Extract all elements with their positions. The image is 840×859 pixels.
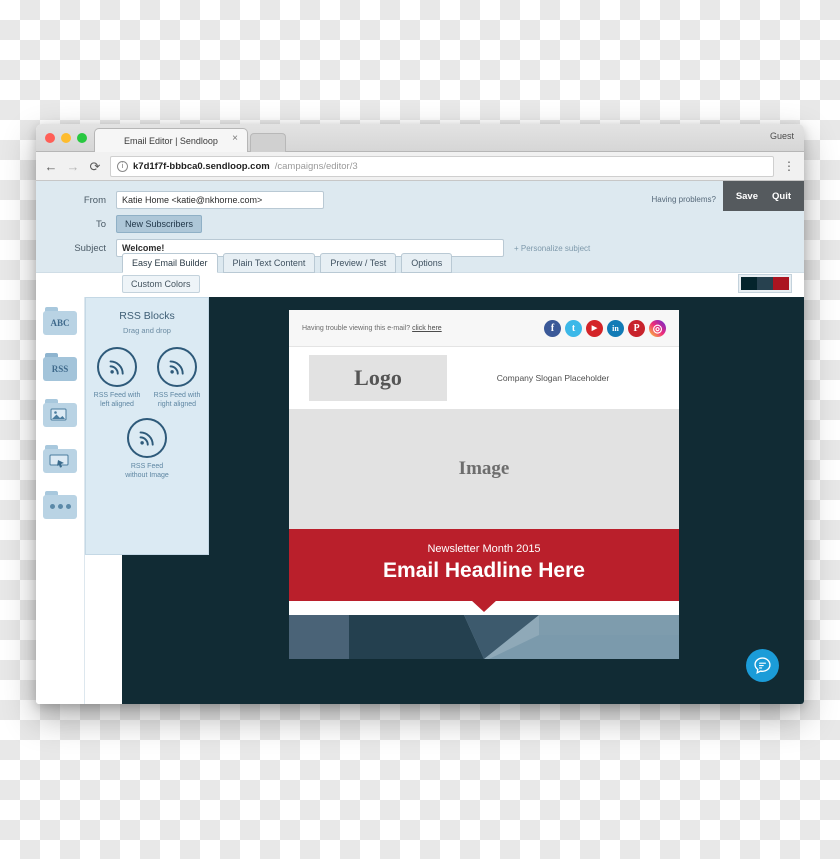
rail-item-rss-blocks[interactable]: RSS	[43, 351, 78, 382]
back-icon[interactable]: ←	[44, 160, 58, 173]
quit-button[interactable]: Quit	[772, 191, 791, 202]
browser-tab[interactable]: Email Editor | Sendloop ×	[94, 128, 248, 152]
youtube-icon[interactable]: ▶	[586, 319, 603, 337]
rss-block-label: RSS Feed with right aligned	[153, 392, 201, 409]
minimize-window-button[interactable]	[61, 133, 71, 143]
headline-banner[interactable]: Newsletter Month 2015 Email Headline Her…	[289, 529, 679, 612]
rss-panel-title: RSS Blocks	[119, 310, 175, 322]
tab-plain-text-content[interactable]: Plain Text Content	[222, 253, 316, 273]
new-tab-button[interactable]	[250, 133, 286, 152]
tab-preview-test[interactable]: Preview / Test	[320, 253, 397, 273]
to-row: To New Subscribers	[36, 215, 804, 233]
image-blocks-folder-icon	[43, 398, 77, 427]
campaign-header: Having problems? Save Quit From Katie Ho…	[36, 181, 804, 273]
color-swatch-3[interactable]	[773, 277, 789, 290]
banner-headline: Email Headline Here	[383, 559, 585, 582]
color-swatches[interactable]	[738, 274, 792, 293]
color-swatch-2[interactable]	[757, 277, 773, 290]
close-window-button[interactable]	[45, 133, 55, 143]
reload-icon[interactable]: ⟳	[88, 160, 102, 173]
company-slogan[interactable]: Company Slogan Placeholder	[447, 373, 659, 383]
rss-block-label: RSS Feed with left aligned	[93, 392, 141, 409]
rss-icon	[97, 347, 137, 387]
email-preview: Having trouble viewing this e-mail? clic…	[289, 310, 679, 659]
editor-tabs: Easy Email Builder Plain Text Content Prev…	[122, 253, 453, 273]
view-online-text: Having trouble viewing this e-mail? clic…	[302, 325, 442, 332]
browser-menu-icon[interactable]: ⋮	[782, 160, 796, 172]
from-label: From	[83, 194, 106, 206]
pinterest-icon[interactable]: P	[628, 319, 645, 337]
rss-icon	[127, 417, 167, 458]
button-blocks-folder-icon	[43, 444, 77, 473]
browser-tab-title: Email Editor | Sendloop	[124, 135, 218, 146]
more-blocks-folder-icon	[43, 490, 77, 519]
banner-notch-icon	[471, 600, 497, 612]
profile-label[interactable]: Guest	[770, 131, 794, 141]
having-problems-link[interactable]: Having problems?	[652, 195, 716, 204]
banner-kicker: Newsletter Month 2015	[427, 543, 541, 555]
rss-block-2[interactable]: RSS Feed with right aligned	[151, 347, 203, 410]
tab-custom-colors[interactable]: Custom Colors	[122, 275, 200, 293]
rail-item-more-blocks[interactable]	[43, 489, 78, 520]
to-label: To	[95, 218, 106, 230]
forward-icon[interactable]: →	[66, 160, 80, 173]
trouble-label: Having trouble viewing this e-mail?	[302, 324, 411, 332]
hero-graphic[interactable]	[289, 615, 679, 659]
url-path: /campaigns/editor/3	[274, 160, 358, 172]
header-actions: Save Quit	[722, 181, 804, 211]
window-controls	[45, 133, 87, 143]
color-swatch-1[interactable]	[741, 277, 757, 290]
page-info-icon[interactable]: i	[117, 160, 128, 172]
rss-blocks-folder-icon: RSS	[43, 352, 77, 381]
rail-item-image-blocks[interactable]	[43, 397, 78, 428]
tab-easy-email-builder[interactable]: Easy Email Builder	[122, 253, 218, 273]
personalize-subject-link[interactable]: + Personalize subject	[514, 244, 590, 253]
browser-urlbar: ← → ⟳ i k7d1f7f-bbbca0.sendloop.com /cam…	[36, 152, 804, 181]
address-bar[interactable]: i k7d1f7f-bbbca0.sendloop.com /campaigns…	[110, 155, 774, 177]
close-icon[interactable]: ×	[232, 134, 238, 144]
from-input[interactable]: Katie Home <katie@nkhorne.com>	[116, 191, 324, 209]
image-placeholder[interactable]: Image	[289, 409, 679, 529]
click-here-link[interactable]: click here	[412, 325, 442, 332]
social-icons: f t ▶ in P ◎	[544, 319, 666, 337]
email-preheader: Having trouble viewing this e-mail? clic…	[289, 310, 679, 347]
recipient-list-chip[interactable]: New Subscribers	[116, 215, 203, 233]
rail-item-text-blocks[interactable]: ABC	[43, 305, 78, 336]
twitter-icon[interactable]: t	[565, 319, 582, 337]
facebook-icon[interactable]: f	[544, 319, 561, 337]
logo-placeholder[interactable]: Logo	[309, 355, 447, 401]
maximize-window-button[interactable]	[77, 133, 87, 143]
low-poly-graphic	[289, 615, 679, 659]
email-logo-row: Logo Company Slogan Placeholder	[289, 347, 679, 409]
instagram-icon[interactable]: ◎	[649, 319, 666, 337]
browser-window: Email Editor | Sendloop × Guest ← → ⟳ i …	[36, 124, 804, 704]
rss-block-1[interactable]: RSS Feed with left aligned	[91, 347, 143, 410]
rss-block-label: RSS Feed without Image	[125, 462, 169, 480]
save-button[interactable]: Save	[736, 191, 758, 202]
text-blocks-folder-icon: ABC	[43, 306, 77, 335]
chat-icon	[754, 657, 771, 675]
sendloop-app: Having problems? Save Quit From Katie Ho…	[36, 181, 804, 704]
rss-icon	[157, 347, 197, 387]
rss-block-grid: RSS Feed with left aligned RSS Feed with …	[86, 347, 208, 481]
rss-blocks-panel: RSS Blocks Drag and drop RSS Feed with l…	[85, 297, 209, 555]
support-chat-button[interactable]	[746, 649, 779, 682]
email-canvas: Having trouble viewing this e-mail? clic…	[122, 297, 804, 704]
browser-titlebar: Email Editor | Sendloop × Guest	[36, 124, 804, 152]
block-category-rail: ABC RSS	[36, 297, 85, 704]
tab-options[interactable]: Options	[401, 253, 453, 273]
url-host: k7d1f7f-bbbca0.sendloop.com	[133, 160, 270, 172]
subtab-row: Custom Colors	[36, 273, 804, 297]
rail-item-button-blocks[interactable]	[43, 443, 78, 474]
rss-panel-subtitle: Drag and drop	[123, 326, 171, 335]
rss-block-3[interactable]: RSS Feed without Image	[121, 417, 173, 481]
subject-label: Subject	[74, 242, 106, 254]
linkedin-icon[interactable]: in	[607, 319, 624, 337]
